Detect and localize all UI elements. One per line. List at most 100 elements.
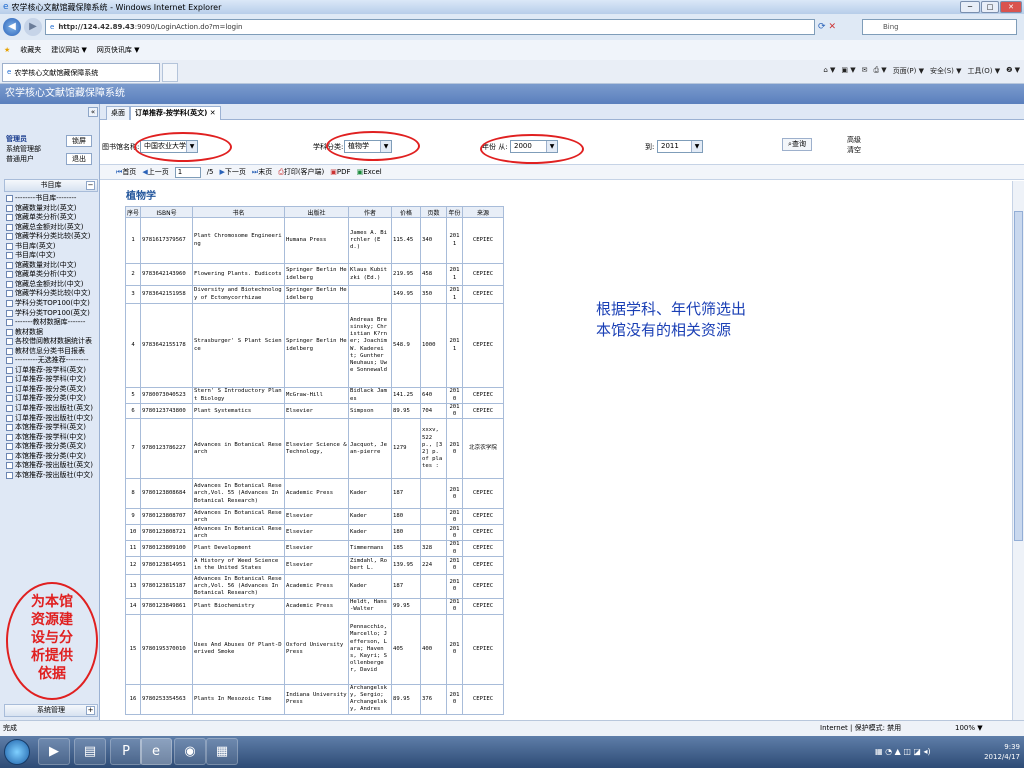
sidebar-item[interactable]: 订单推荐-按出版社(英文)	[6, 404, 98, 414]
sidebar-item[interactable]: 馆藏数量对比(英文)	[6, 204, 98, 214]
feeds-icon[interactable]: ▣ ▼	[841, 66, 855, 76]
new-tab-button[interactable]	[162, 63, 178, 82]
explorer-folder-icon[interactable]: ▤	[74, 738, 106, 765]
sidebar-item[interactable]: 本馆推荐-按分类(英文)	[6, 442, 98, 452]
expand-section-icon[interactable]: +	[86, 706, 95, 715]
pdf-button[interactable]: ▣PDF	[330, 168, 350, 176]
qq-icon[interactable]: ◉	[174, 738, 206, 765]
sidebar-item[interactable]: 馆藏学科分类比较(英文)	[6, 232, 98, 242]
search-input[interactable]: Bing	[862, 19, 1017, 35]
table-row[interactable]: 15 9780195370010 Uses And Abuses Of Plant-…	[125, 613, 504, 685]
internet-explorer-icon[interactable]: e	[140, 738, 172, 765]
table-row[interactable]: 7 9780123786227 Advances in Botanical Rese…	[125, 418, 504, 480]
table-row[interactable]: 14 9780123849861 Plant Biochemistry Academi…	[125, 597, 504, 615]
media-player-icon[interactable]: ▶	[38, 738, 70, 765]
sidebar-item[interactable]: -------教材数据库-------	[6, 318, 98, 328]
favorites-star-icon[interactable]: ★	[4, 46, 10, 54]
powerpoint-icon[interactable]: P	[110, 738, 142, 765]
sidebar-item[interactable]: ---------无选推荐---------	[6, 356, 98, 366]
sidebar-item[interactable]: 本馆推荐-按出版社(中文)	[6, 471, 98, 481]
table-row[interactable]: 13 9780123815187 Advances In Botanical Res…	[125, 573, 504, 599]
suggested-sites-link[interactable]: 建议网站 ▼	[51, 45, 87, 55]
sidebar-item[interactable]: 馆藏学科分类比较(中文)	[6, 289, 98, 299]
sidebar-item[interactable]: 学科分类TOP100(英文)	[6, 309, 98, 319]
tab-home[interactable]: 桌面	[106, 106, 130, 120]
sidebar-item[interactable]: 馆藏单类分析(英文)	[6, 213, 98, 223]
query-button[interactable]: ⌕查询	[782, 138, 812, 151]
prev-page-button[interactable]: ◀上一页	[142, 167, 168, 177]
web-slice-gallery-link[interactable]: 网页快讯库 ▼	[97, 45, 140, 55]
url-input[interactable]: e http://124.42.89.43:9090/LoginAction.d…	[45, 19, 815, 35]
sidebar-item[interactable]: 订单推荐-按分类(中文)	[6, 394, 98, 404]
next-page-button[interactable]: ▶下一页	[220, 167, 246, 177]
sidebar-item[interactable]: 本馆推荐-按学科(英文)	[6, 423, 98, 433]
stop-icon[interactable]: ✕	[829, 22, 837, 32]
forward-arrow-icon[interactable]: ▶	[24, 18, 42, 36]
favorites-button[interactable]: 收藏夹	[20, 45, 41, 55]
sidebar-item[interactable]: 教材数据	[6, 328, 98, 338]
library-section-header[interactable]: 书目库 −	[4, 179, 98, 192]
sidebar-item[interactable]: 本馆推荐-按出版社(英文)	[6, 461, 98, 471]
logout-button[interactable]: 退出	[66, 153, 92, 165]
print-icon[interactable]: ⎙ ▼	[873, 66, 886, 76]
sidebar-item[interactable]: --------书目库--------	[6, 194, 98, 204]
table-row[interactable]: 3 9783642151958 Diversity and Biotechnolog…	[125, 285, 504, 304]
zoom-level[interactable]: 100% ▼	[955, 721, 983, 736]
table-row[interactable]: 6 9780123743800 Plant Systematics Elsevier S…	[125, 402, 504, 420]
sidebar-item[interactable]: 订单推荐-按出版社(中文)	[6, 414, 98, 424]
start-button[interactable]	[4, 739, 30, 765]
lock-screen-button[interactable]: 锁屏	[66, 135, 92, 147]
browser-tab[interactable]: e 农学核心文献馆藏保障系统	[2, 63, 160, 82]
sidebar-item[interactable]: 订单推荐-按学科(中文)	[6, 375, 98, 385]
back-arrow-icon[interactable]: ◀	[3, 18, 21, 36]
table-row[interactable]: 9 9780123808707 Advances In Botanical Rese…	[125, 508, 504, 526]
maximize-button[interactable]: □	[981, 1, 999, 13]
help-menu[interactable]: ❷ ▼	[1006, 66, 1020, 76]
scrollbar-thumb[interactable]	[1014, 211, 1023, 541]
table-row[interactable]: 1 9781617379567 Plant Chromosome Engineeri…	[125, 217, 504, 264]
page-number-input[interactable]: 1	[174, 166, 201, 178]
tab-order-recommend-subject-en[interactable]: 订单推荐-按学科(英文) ✕	[130, 106, 221, 120]
table-row[interactable]: 12 9780123814951 A History of Weed Science…	[125, 555, 504, 575]
sidebar-item[interactable]: 订单推荐-按分类(英文)	[6, 385, 98, 395]
presentation-icon[interactable]: ▦	[206, 738, 238, 765]
excel-button[interactable]: ▣Excel	[357, 168, 382, 176]
print-button[interactable]: ⎙打印(客户端)	[278, 167, 324, 177]
home-icon[interactable]: ⌂ ▼	[823, 66, 835, 76]
first-page-button[interactable]: ⏮首页	[116, 167, 136, 177]
table-row[interactable]: 16 9780253354563 Plants In Mesozoic Time In…	[125, 683, 504, 715]
sidebar-item[interactable]: 学科分类TOP100(中文)	[6, 299, 98, 309]
sidebar-item[interactable]: 馆藏数量对比(中文)	[6, 261, 98, 271]
sidebar-item[interactable]: 书目库(英文)	[6, 242, 98, 252]
sidebar-item[interactable]: 本馆推荐-按分类(中文)	[6, 452, 98, 462]
vertical-scrollbar[interactable]	[1012, 181, 1024, 720]
security-zone[interactable]: Internet | 保护模式: 禁用	[820, 721, 901, 736]
table-row[interactable]: 10 9780123808721 Advances In Botanical Res…	[125, 524, 504, 542]
table-row[interactable]: 2 9783642143960 Flowering Plants. Eudicots…	[125, 263, 504, 286]
last-page-button[interactable]: ⏭末页	[252, 167, 272, 177]
sidebar-item[interactable]: 馆藏单类分析(中文)	[6, 270, 98, 280]
page-menu[interactable]: 页面(P) ▼	[893, 66, 924, 76]
sidebar-item[interactable]: 本馆推荐-按学科(中文)	[6, 433, 98, 443]
clear-link[interactable]: 清空	[847, 145, 861, 155]
system-clock[interactable]: 9:39 2012/4/17	[968, 742, 1020, 762]
safety-menu[interactable]: 安全(S) ▼	[930, 66, 962, 76]
collapse-section-icon[interactable]: −	[86, 181, 95, 190]
sidebar-item[interactable]: 馆藏总金额对比(中文)	[6, 280, 98, 290]
sidebar-item[interactable]: 各校借阅教材数据统计表	[6, 337, 98, 347]
tools-menu[interactable]: 工具(O) ▼	[968, 66, 1001, 76]
close-window-button[interactable]: ✕	[1000, 1, 1022, 13]
minimize-button[interactable]: ─	[960, 1, 980, 13]
sidebar-item[interactable]: 书目库(中文)	[6, 251, 98, 261]
system-tray-icons[interactable]: ▦ ◔ ▲ ◫ ◪ ◂)	[875, 747, 931, 756]
advanced-link[interactable]: 高级	[847, 135, 861, 145]
table-row[interactable]: 5 9780073040523 Stern' S Introductory Plan…	[125, 387, 504, 404]
refresh-icon[interactable]: ⟳	[818, 22, 826, 32]
mail-icon[interactable]: ✉	[862, 66, 868, 76]
table-row[interactable]: 4 9783642155178 Strasburger' S Plant Scien…	[125, 303, 504, 388]
sidebar-item[interactable]: 馆藏总金额对比(英文)	[6, 223, 98, 233]
year-to-select[interactable]: 2011 ▼	[657, 140, 703, 153]
table-row[interactable]: 11 9780123809100 Plant Development Elsevier…	[125, 540, 504, 557]
sidebar-item[interactable]: 教材信息分类书目报表	[6, 347, 98, 357]
sidebar-item[interactable]: 订单推荐-按学科(英文)	[6, 366, 98, 376]
